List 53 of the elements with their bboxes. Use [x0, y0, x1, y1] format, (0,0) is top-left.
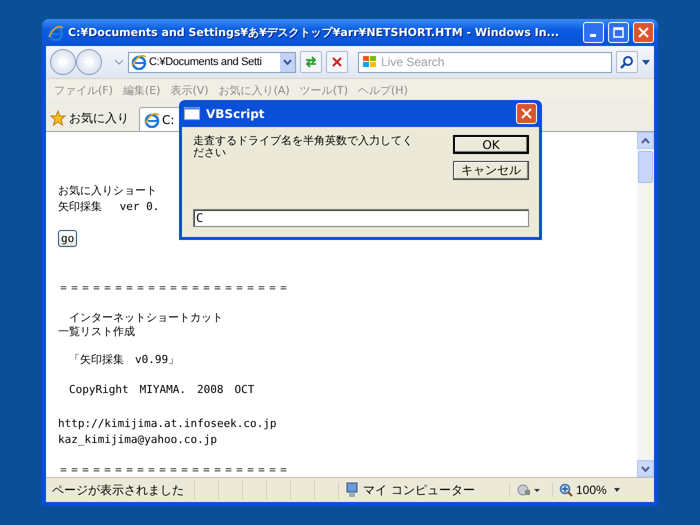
page-text: 矢印採集 ver 0. [58, 200, 160, 214]
refresh-icon [304, 56, 318, 68]
zone-text: マイ コンピューター [363, 482, 475, 498]
dropdown-icon[interactable] [642, 60, 650, 64]
caret-icon [283, 59, 292, 65]
page-icon [144, 112, 160, 128]
close-button[interactable] [516, 103, 537, 124]
address-field[interactable]: C:¥Documents and Setti [128, 52, 296, 72]
close-icon [638, 27, 649, 38]
status-text: ページが表示されました [51, 482, 185, 498]
input-field[interactable]: C [193, 209, 529, 227]
page-icon [131, 54, 147, 70]
refresh-button[interactable] [300, 51, 322, 73]
ok-button[interactable]: OK [453, 135, 529, 154]
dialog-title: VBScript [206, 106, 266, 120]
zoom-level[interactable]: 100% [576, 483, 607, 497]
maximize-button[interactable] [608, 22, 629, 43]
prompt-text: 走査するドライブ名を半角英数で入力してください [193, 135, 414, 161]
star-icon [50, 110, 66, 126]
page-text: 「矢印採集 v0.99」 [68, 353, 180, 367]
page-text: ＝＝＝＝＝＝＝＝＝＝＝＝＝＝＝＝＝＝＝＝＝ [58, 281, 290, 295]
favorites-button[interactable]: お気に入り [50, 105, 129, 131]
page-text: kaz_kimijima@yahoo.co.jp [58, 433, 218, 447]
search-field[interactable]: Live Search [358, 52, 612, 72]
window-icon [184, 107, 200, 120]
close-icon [521, 108, 532, 119]
search-button[interactable] [616, 51, 638, 73]
back-button[interactable] [50, 49, 76, 75]
search-icon [620, 55, 634, 69]
forward-icon [82, 56, 96, 68]
computer-icon [345, 482, 359, 498]
cancel-button[interactable]: キャンセル [453, 161, 529, 180]
browser-icon [48, 24, 64, 40]
page-text: 一覧リスト作成 [58, 325, 136, 339]
close-icon [332, 57, 342, 67]
scrollbar[interactable] [637, 132, 654, 477]
go-button[interactable]: go [58, 230, 78, 247]
page-text: お気に入りショート [58, 184, 158, 198]
scroll-thumb[interactable] [638, 151, 653, 183]
magnifier-icon[interactable] [559, 483, 573, 497]
minimize-button[interactable] [583, 22, 604, 43]
page-text: http://kimijima.at.infoseek.co.jp [58, 417, 278, 431]
page-text: ＝＝＝＝＝＝＝＝＝＝＝＝＝＝＝＝＝＝＝＝＝ [58, 463, 290, 477]
close-button[interactable] [633, 22, 654, 43]
forward-button[interactable] [76, 49, 102, 75]
page-text: CopyRight MIYAMA. 2008 OCT [68, 383, 256, 397]
stop-button[interactable] [326, 51, 348, 73]
back-icon [56, 56, 70, 68]
window-title: C:¥Documents and Settings¥あ¥デスクトップ¥arr¥NETSHORT.HTM - Windows In... [68, 25, 560, 40]
security-icon[interactable] [516, 483, 540, 497]
maximize-icon [613, 27, 624, 38]
windows-logo-icon [362, 54, 377, 68]
page-text: インターネットショートカット [68, 311, 224, 325]
